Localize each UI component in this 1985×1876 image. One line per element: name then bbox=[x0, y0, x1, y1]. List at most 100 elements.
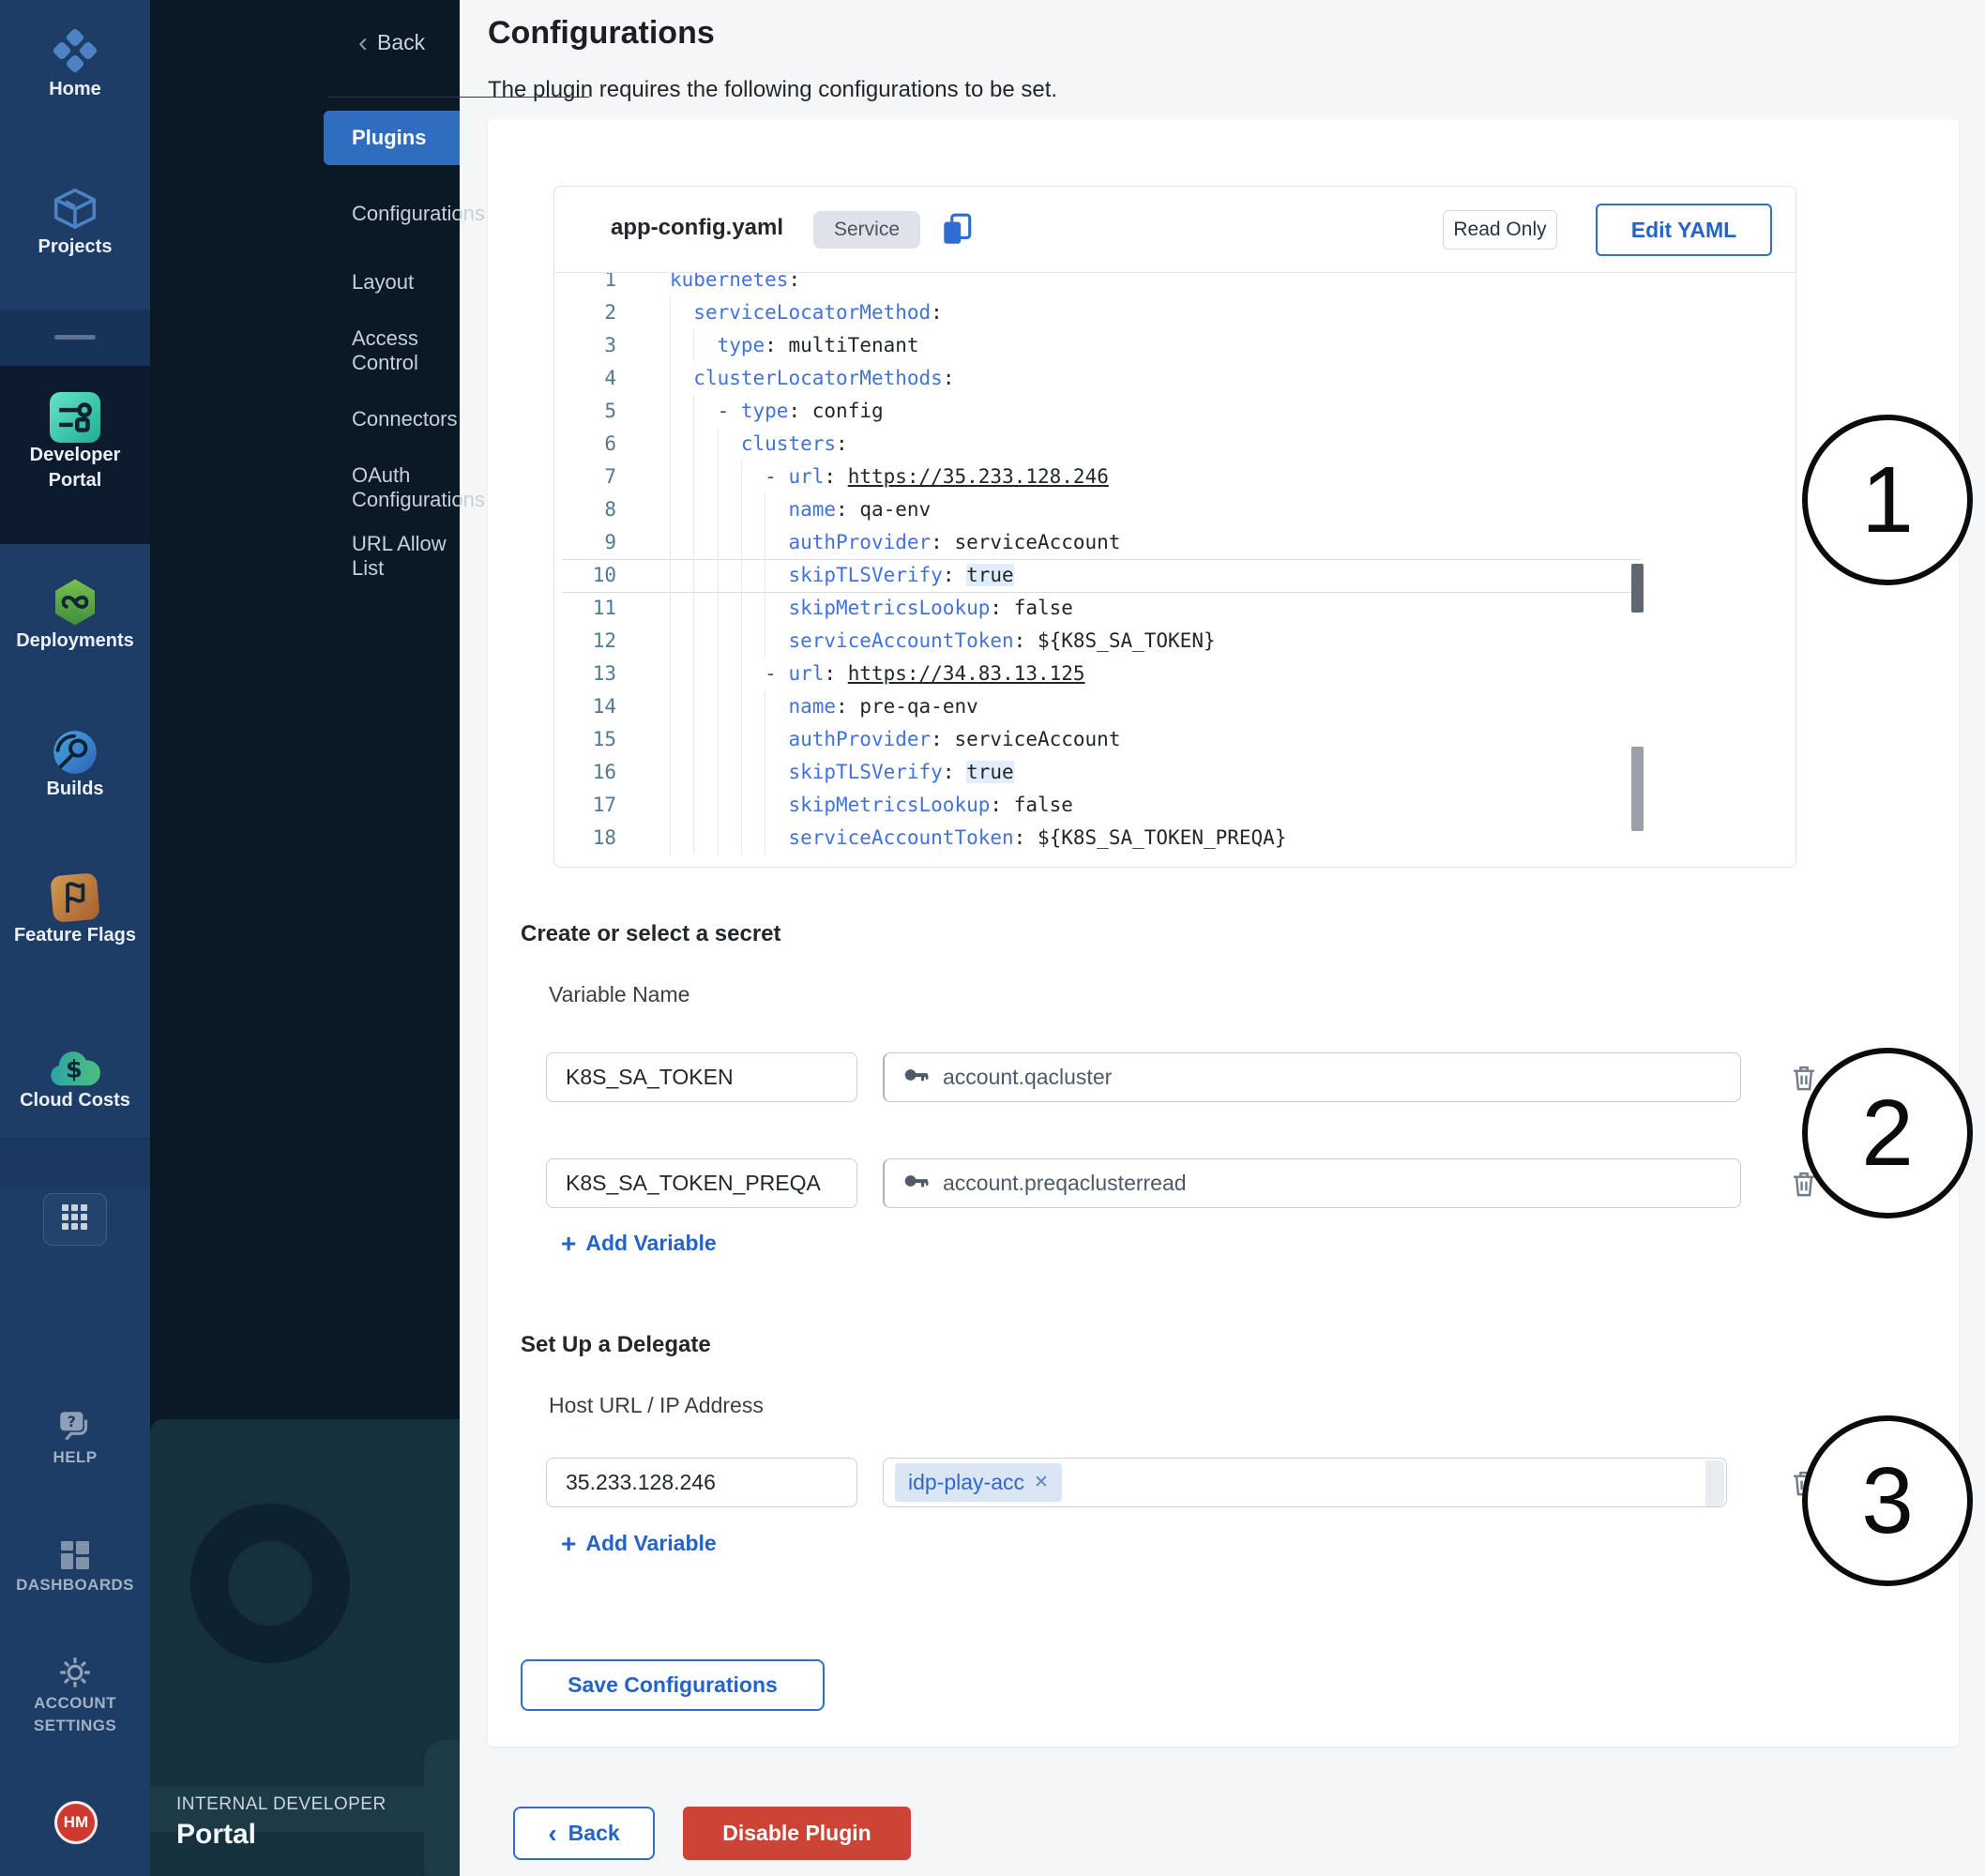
home-icon bbox=[0, 24, 150, 77]
yaml-value: false bbox=[1014, 794, 1073, 816]
svg-text:$: $ bbox=[66, 1056, 83, 1084]
yaml-key: kubernetes bbox=[670, 273, 788, 291]
line-number: 9 bbox=[554, 526, 616, 559]
deployments-icon bbox=[0, 576, 150, 628]
yaml-value: config bbox=[812, 400, 884, 422]
yaml-value: serviceAccount bbox=[954, 531, 1120, 553]
back-link[interactable]: ‹ Back bbox=[358, 30, 425, 55]
app-window: Home Projects DeveloperPortal Deployment… bbox=[0, 0, 1985, 1876]
yaml-file-name: app-config.yaml bbox=[611, 215, 783, 241]
add-variable-label: Add Variable bbox=[585, 1531, 716, 1556]
line-number: 12 bbox=[554, 625, 616, 658]
add-variable-button-secrets[interactable]: + Add Variable bbox=[561, 1231, 717, 1256]
tag-chip-label: idp-play-acc bbox=[908, 1470, 1024, 1495]
sidebar-item-url-allow-list[interactable]: URL Allow List bbox=[150, 522, 460, 590]
line-number: 4 bbox=[554, 362, 616, 395]
code-line: 2 serviceLocatorMethod: bbox=[554, 296, 1796, 329]
rail-item-help[interactable]: ? HELP bbox=[0, 1407, 150, 1469]
add-variable-button-delegate[interactable]: + Add Variable bbox=[561, 1531, 717, 1556]
brand-subtitle: INTERNAL DEVELOPER bbox=[176, 1794, 386, 1815]
host-url-label: Host URL / IP Address bbox=[549, 1393, 764, 1418]
sidebar-item-connectors[interactable]: Connectors bbox=[150, 385, 460, 453]
yaml-editor[interactable]: 1 kubernetes: 2 serviceLocatorMethod: 3 … bbox=[554, 273, 1796, 867]
sidebar-brand-panel: INTERNAL DEVELOPER Portal bbox=[150, 1419, 460, 1876]
sidebar-item-layout[interactable]: Layout bbox=[150, 248, 460, 316]
yaml-value: serviceAccount bbox=[954, 728, 1120, 750]
secret-selector[interactable]: account.qacluster bbox=[883, 1052, 1741, 1102]
code-line: 17 skipMetricsLookup: false bbox=[554, 789, 1796, 822]
key-icon bbox=[902, 1061, 930, 1094]
secret-selector[interactable]: account.preqaclusterread bbox=[883, 1158, 1741, 1208]
yaml-key: skipTLSVerify bbox=[788, 761, 942, 783]
avatar[interactable]: HM bbox=[54, 1801, 98, 1844]
disable-plugin-button[interactable]: Disable Plugin bbox=[683, 1807, 911, 1860]
yaml-key: skipMetricsLookup bbox=[788, 794, 990, 816]
back-button[interactable]: ‹ Back bbox=[513, 1807, 655, 1860]
configurations-card: app-config.yaml Service Read Only Edit Y… bbox=[488, 119, 1959, 1747]
yaml-value[interactable]: https://34.83.13.125 bbox=[848, 662, 1085, 685]
rail-collapse-handle[interactable] bbox=[54, 335, 96, 340]
brand-title: Portal bbox=[176, 1819, 256, 1851]
code-line: 1 kubernetes: bbox=[554, 273, 1796, 296]
variable-name-input[interactable] bbox=[546, 1158, 857, 1208]
page-subtitle: The plugin requires the following config… bbox=[488, 77, 1057, 103]
line-number: 6 bbox=[554, 428, 616, 461]
sidebar-item-plugins[interactable]: Plugins bbox=[324, 111, 460, 165]
rail-item-builds[interactable]: Builds bbox=[0, 728, 150, 802]
chevron-left-icon: ‹ bbox=[548, 1824, 556, 1843]
variable-name-input[interactable] bbox=[546, 1052, 857, 1102]
editor-scrollbar-thumb[interactable] bbox=[1631, 747, 1644, 831]
yaml-code-card: app-config.yaml Service Read Only Edit Y… bbox=[553, 186, 1796, 868]
remove-tag-icon[interactable]: ✕ bbox=[1034, 1472, 1049, 1493]
module-switcher-button[interactable] bbox=[43, 1193, 107, 1246]
yaml-value: true bbox=[966, 564, 1014, 586]
delegate-tags-input[interactable]: idp-play-acc ✕ bbox=[883, 1458, 1727, 1507]
grid-icon bbox=[61, 1203, 89, 1236]
rail-item-developer-portal[interactable]: DeveloperPortal bbox=[0, 392, 150, 493]
save-configurations-button[interactable]: Save Configurations bbox=[521, 1659, 825, 1711]
secret-value: account.qacluster bbox=[943, 1065, 1112, 1090]
sidebar-item-access-control[interactable]: Access Control bbox=[150, 316, 460, 385]
rail-item-deployments[interactable]: Deployments bbox=[0, 576, 150, 654]
rail-item-account-settings[interactable]: ACCOUNTSETTINGS bbox=[0, 1653, 150, 1737]
yaml-key: authProvider bbox=[788, 531, 931, 553]
module-rail: Home Projects DeveloperPortal Deployment… bbox=[0, 0, 150, 1876]
gear-icon bbox=[0, 1653, 150, 1692]
line-number: 18 bbox=[554, 822, 616, 855]
copy-icon[interactable] bbox=[939, 212, 975, 248]
line-number: 2 bbox=[554, 296, 616, 329]
rail-item-projects[interactable]: Projects bbox=[0, 184, 150, 260]
rail-item-cloud-costs[interactable]: $ Cloud Costs bbox=[0, 1047, 150, 1113]
page-title: Configurations bbox=[488, 15, 715, 52]
yaml-key: serviceAccountToken bbox=[788, 629, 1013, 652]
plugin-sidebar: ‹ Back Plugins ConfigurationsLayoutAccess… bbox=[150, 0, 460, 1876]
chevron-left-icon: ‹ bbox=[358, 32, 368, 53]
yaml-key: serviceLocatorMethod bbox=[693, 301, 931, 324]
rail-chevron-band[interactable] bbox=[0, 1138, 150, 1187]
code-line: 4 clusterLocatorMethods: bbox=[554, 362, 1796, 395]
yaml-key: name bbox=[788, 695, 836, 718]
yaml-key: skipTLSVerify bbox=[788, 564, 942, 586]
rail-item-dashboards[interactable]: DASHBOARDS bbox=[0, 1536, 150, 1596]
secret-value: account.preqaclusterread bbox=[943, 1171, 1187, 1196]
code-line: 12 serviceAccountToken: ${K8S_SA_TOKEN} bbox=[554, 625, 1796, 658]
line-number: 16 bbox=[554, 756, 616, 789]
edit-yaml-button[interactable]: Edit YAML bbox=[1596, 204, 1772, 256]
sidebar-item-oauth-configurations[interactable]: OAuth Configurations bbox=[150, 453, 460, 522]
host-url-input[interactable] bbox=[546, 1458, 857, 1507]
sidebar-divider bbox=[328, 97, 589, 98]
sidebar-item-configurations[interactable]: Configurations bbox=[150, 179, 460, 248]
yaml-key: serviceAccountToken bbox=[788, 826, 1013, 849]
code-line: 15 authProvider: serviceAccount bbox=[554, 723, 1796, 756]
line-number: 3 bbox=[554, 329, 616, 362]
code-line: 3 type: multiTenant bbox=[554, 329, 1796, 362]
rail-item-feature-flags[interactable]: Feature Flags bbox=[0, 872, 150, 948]
yaml-key: clusterLocatorMethods bbox=[693, 367, 943, 389]
rail-item-home[interactable]: Home bbox=[0, 24, 150, 102]
yaml-value: pre-qa-env bbox=[859, 695, 977, 718]
yaml-key: skipMetricsLookup bbox=[788, 597, 990, 619]
back-link-label: Back bbox=[377, 30, 425, 55]
line-number: 17 bbox=[554, 789, 616, 822]
field-end-strip bbox=[1705, 1460, 1724, 1506]
yaml-value[interactable]: https://35.233.128.246 bbox=[848, 465, 1109, 488]
